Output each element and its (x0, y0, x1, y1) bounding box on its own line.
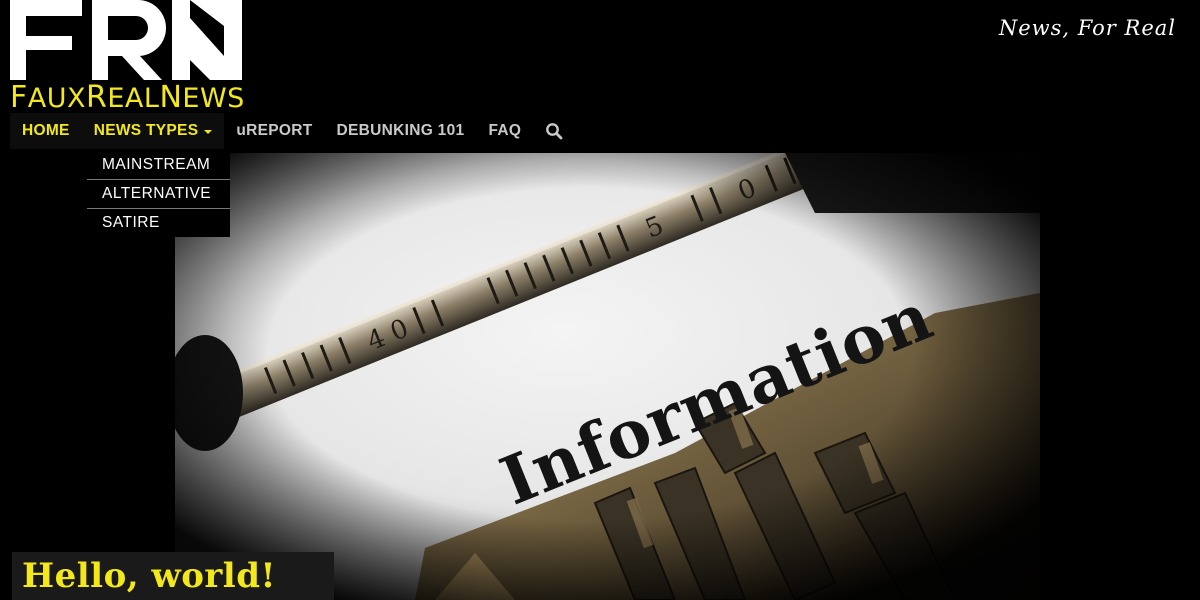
main-nav: HOME NEWS TYPES uREPORT DEBUNKING 101 FA… (10, 113, 575, 149)
page: FAUXREALNEWS News, For Real HOME NEWS TY… (0, 0, 1200, 600)
frn-logo-mark (10, 0, 242, 80)
nav-label: NEWS TYPES (93, 122, 199, 139)
nav-label: HOME (22, 122, 70, 139)
dropdown-item-mainstream[interactable]: MAINSTREAM (87, 151, 230, 180)
news-types-dropdown: MAINSTREAM ALTERNATIVE SATIRE (87, 151, 230, 237)
nav-label: FAQ (488, 122, 522, 139)
nav-item-news-types[interactable]: NEWS TYPES (81, 113, 225, 149)
nav-label: uREPORT (236, 122, 313, 139)
hello-text: Hello, world! (22, 556, 276, 596)
site-name: FAUXREALNEWS (10, 80, 245, 115)
caret-down-icon (204, 130, 213, 134)
dropdown-item-satire[interactable]: SATIRE (87, 209, 230, 237)
site-logo[interactable]: FAUXREALNEWS (10, 0, 245, 115)
nav-item-ureport[interactable]: uREPORT (224, 113, 324, 149)
nav-item-debunking-101[interactable]: DEBUNKING 101 (325, 113, 477, 149)
hello-banner: Hello, world! (12, 552, 334, 600)
typewriter-illustration: 4 0 5 0 (175, 153, 1040, 600)
dropdown-item-alternative[interactable]: ALTERNATIVE (87, 180, 230, 209)
hero-image: 4 0 5 0 (175, 153, 1040, 600)
search-icon (546, 123, 563, 140)
nav-item-home[interactable]: HOME (10, 113, 82, 149)
nav-label: DEBUNKING 101 (336, 122, 465, 139)
nav-item-faq[interactable]: FAQ (476, 113, 533, 149)
site-tagline: News, For Real (998, 16, 1176, 40)
search-button[interactable] (533, 113, 575, 149)
